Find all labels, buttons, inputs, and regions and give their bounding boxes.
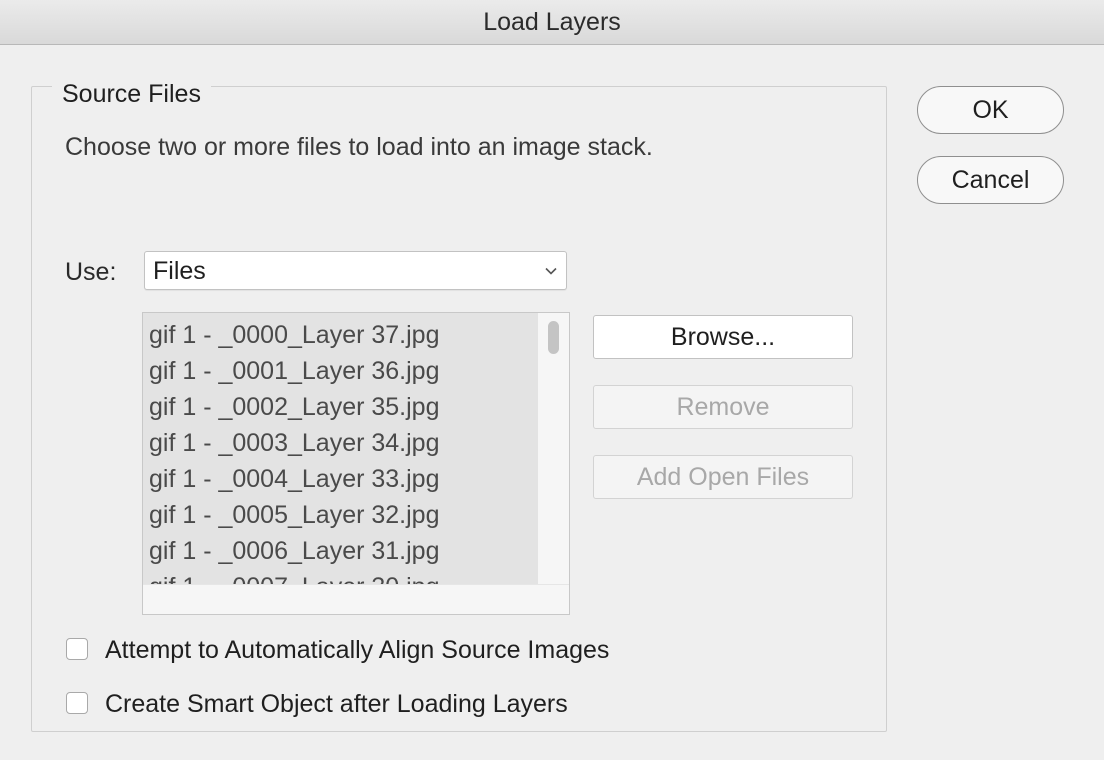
smart-object-checkbox[interactable]	[66, 692, 88, 714]
file-list-item[interactable]: gif 1 - _0000_Layer 37.jpg	[143, 317, 538, 353]
remove-button[interactable]: Remove	[593, 385, 853, 429]
file-list-items: gif 1 - _0000_Layer 37.jpg gif 1 - _0001_…	[143, 313, 538, 584]
align-images-label[interactable]: Attempt to Automatically Align Source Im…	[105, 634, 609, 666]
cancel-button[interactable]: Cancel	[917, 156, 1064, 204]
ok-button[interactable]: OK	[917, 86, 1064, 134]
source-files-legend: Source Files	[52, 78, 211, 110]
use-select[interactable]: Files	[144, 251, 567, 290]
file-list-item[interactable]: gif 1 - _0005_Layer 32.jpg	[143, 497, 538, 533]
add-open-files-button[interactable]: Add Open Files	[593, 455, 853, 499]
source-files-description: Choose two or more files to load into an…	[65, 133, 653, 161]
horizontal-scrollbar[interactable]	[143, 584, 569, 614]
browse-button[interactable]: Browse...	[593, 315, 853, 359]
file-list-item[interactable]: gif 1 - _0007_Layer 30.jpg	[143, 569, 538, 584]
window-title: Load Layers	[0, 0, 1104, 45]
use-label: Use:	[65, 258, 117, 286]
file-list-item[interactable]: gif 1 - _0001_Layer 36.jpg	[143, 353, 538, 389]
file-list-item[interactable]: gif 1 - _0004_Layer 33.jpg	[143, 461, 538, 497]
use-select-value: Files	[153, 257, 206, 285]
align-images-checkbox[interactable]	[66, 638, 88, 660]
chevron-down-icon	[545, 267, 557, 275]
vertical-scrollbar[interactable]	[538, 313, 569, 584]
smart-object-label[interactable]: Create Smart Object after Loading Layers	[105, 688, 568, 720]
scrollbar-thumb[interactable]	[548, 321, 559, 354]
file-list-item[interactable]: gif 1 - _0003_Layer 34.jpg	[143, 425, 538, 461]
file-list-item[interactable]: gif 1 - _0006_Layer 31.jpg	[143, 533, 538, 569]
load-layers-dialog: Load Layers Source Files Choose two or m…	[0, 0, 1104, 760]
file-list[interactable]: gif 1 - _0000_Layer 37.jpg gif 1 - _0001_…	[142, 312, 570, 615]
file-list-item[interactable]: gif 1 - _0002_Layer 35.jpg	[143, 389, 538, 425]
